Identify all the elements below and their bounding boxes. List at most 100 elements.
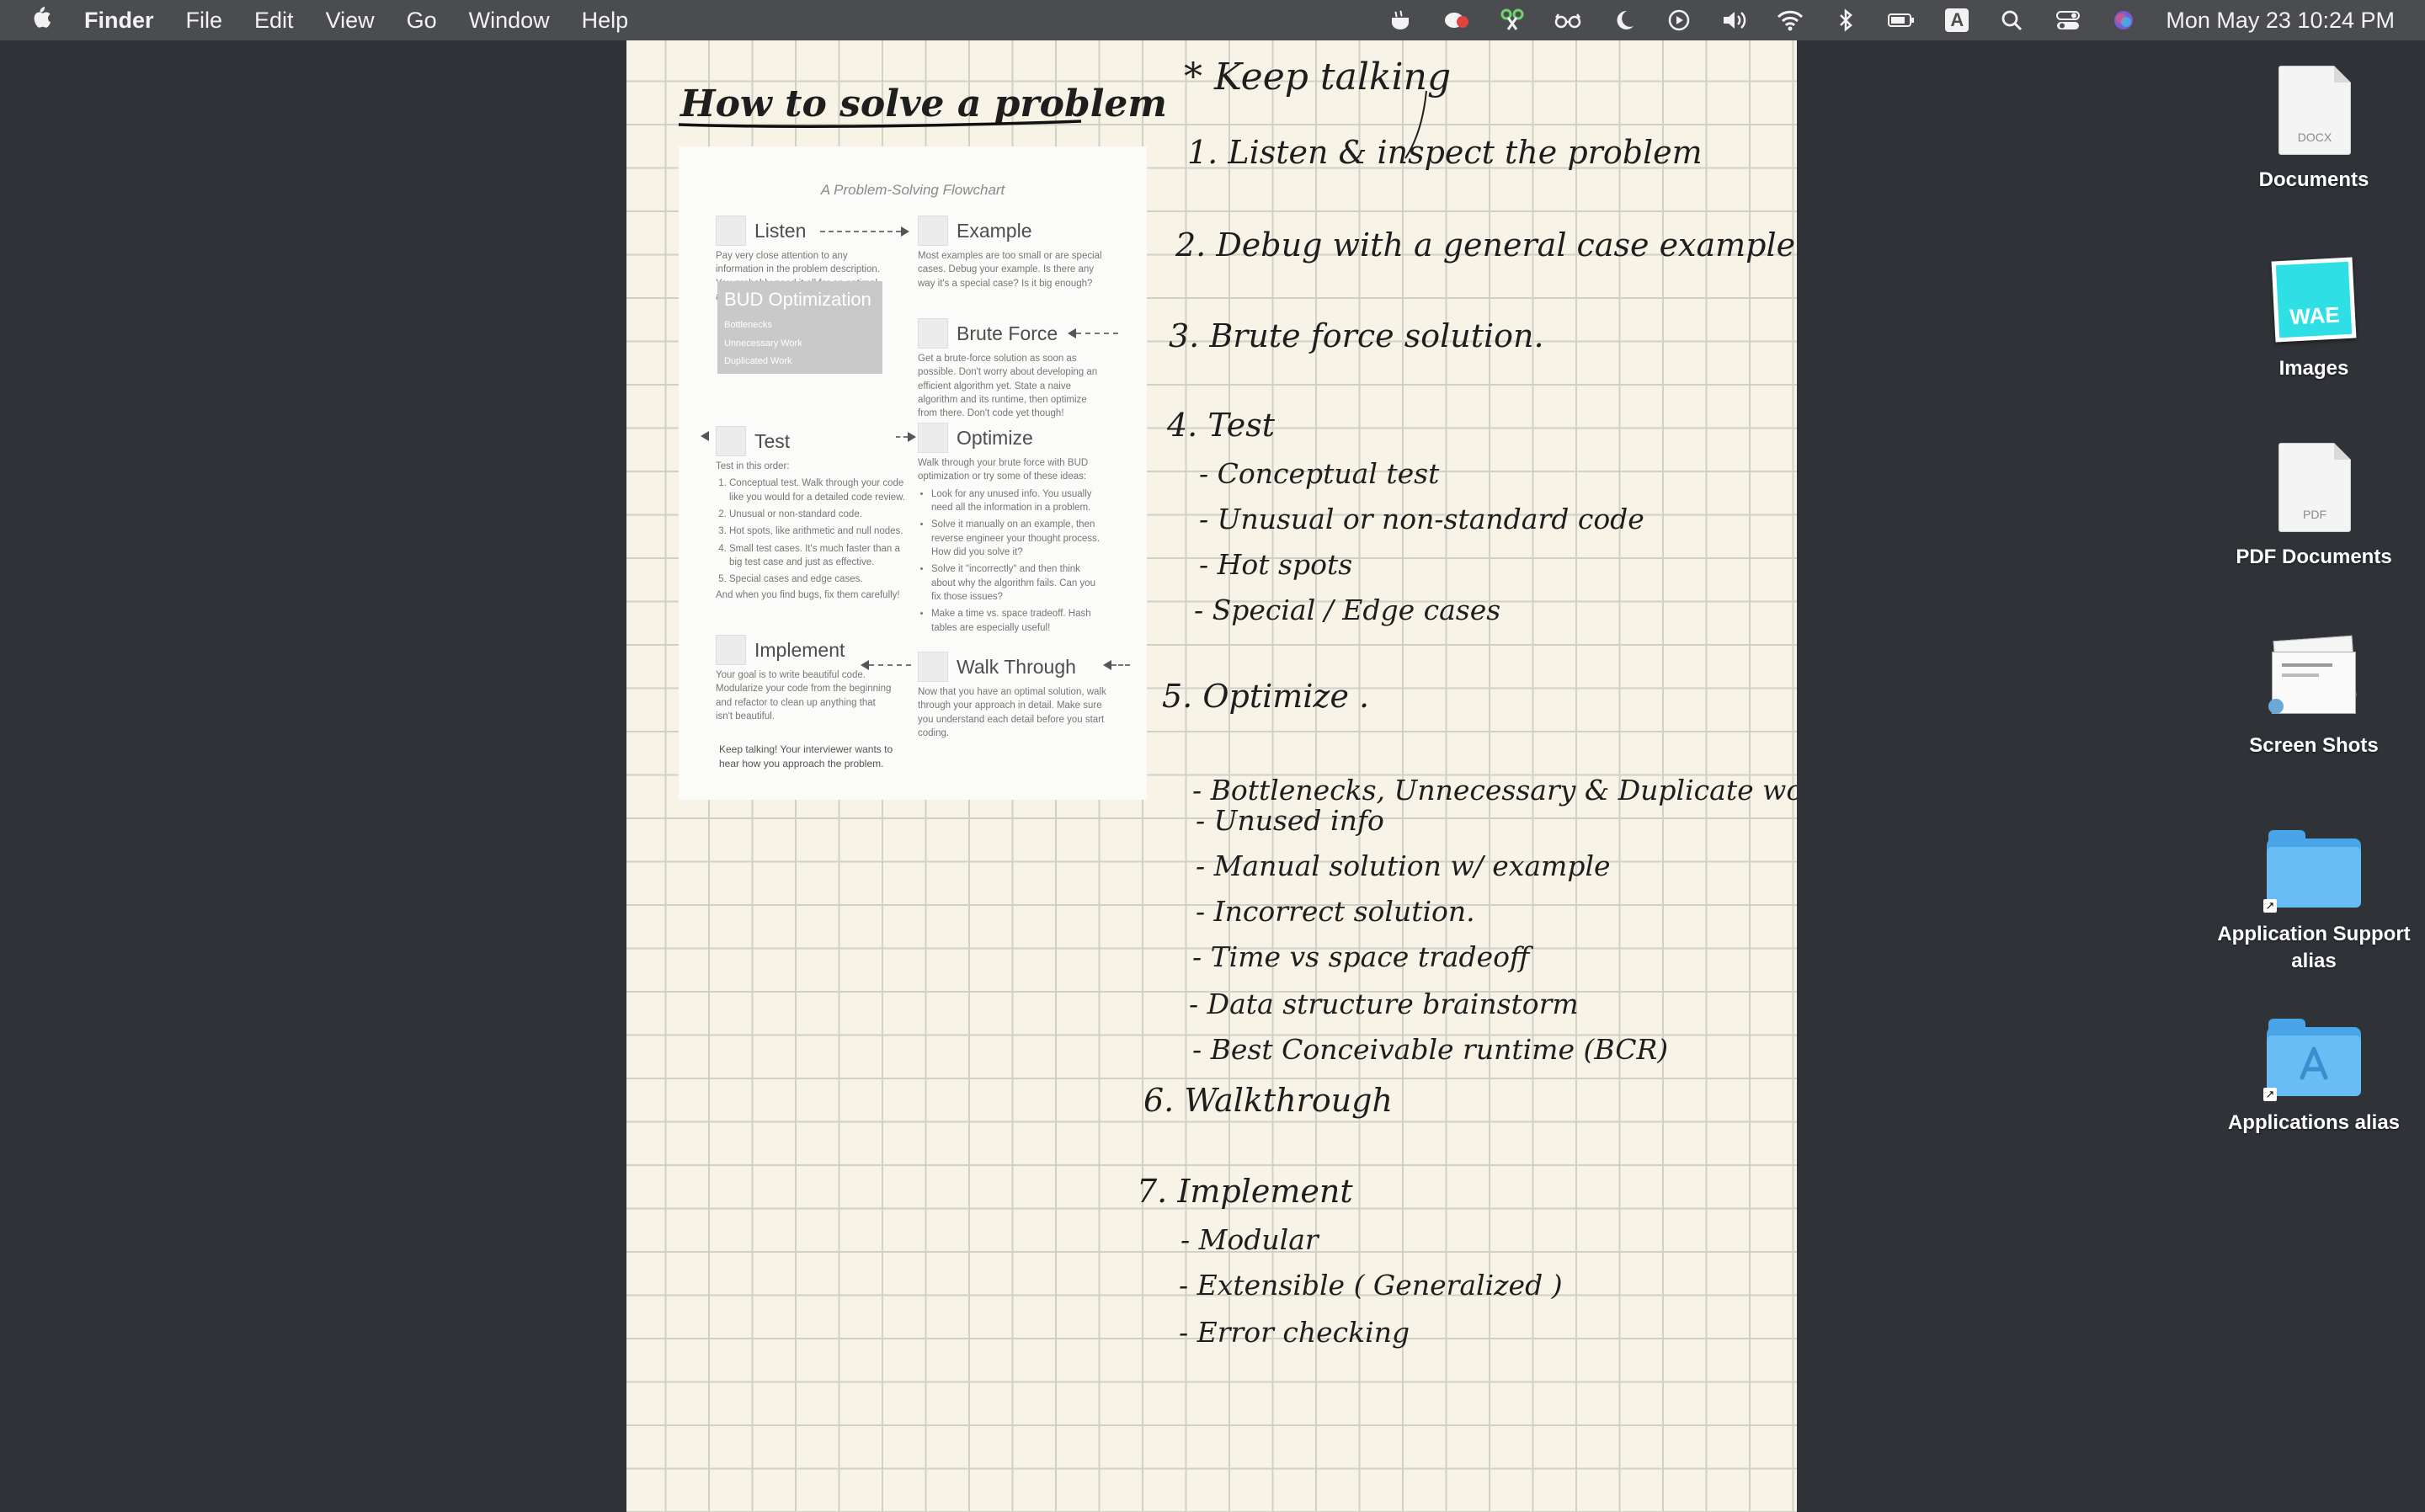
menu-file[interactable]: File [186,8,223,34]
alias-arrow-icon: ↗ [2263,899,2277,913]
test-item-1: - Conceptual test [1199,457,1440,490]
screenshot-stack-icon [2263,626,2364,727]
optimize-intro: Walk through your brute force with BUD o… [918,458,1089,482]
pdf-badge: PDF [2303,508,2326,521]
brute-force-icon [918,318,948,349]
desktop-icon-screen-shots[interactable]: Screen Shots [2213,626,2415,759]
implement-box: Implement Your goal is to write beautifu… [716,635,893,723]
record-icon[interactable] [1440,6,1474,35]
menu-bar: Finder File Edit View Go Window Help A M… [0,0,2425,40]
optimize-item-2: - Unused info [1196,804,1384,837]
siri-icon[interactable] [2107,6,2140,35]
menu-bar-clock[interactable]: Mon May 23 10:24 PM [2166,8,2395,34]
arrowhead-left-icon [1068,328,1076,338]
step-1: 1. Listen & inspect the problem [1187,134,1703,171]
test-intro: Test in this order: [716,461,790,471]
step-7: 7. Implement [1137,1173,1353,1210]
desktop-icon-documents[interactable]: DOCX Documents [2213,61,2415,194]
desktop-icon-label: PDF Documents [2236,546,2392,568]
test-title: Test [754,429,791,452]
implement-text: Your goal is to write beautiful code. Mo… [716,670,892,721]
arrow-test-optimize [896,436,908,438]
apple-menu-icon[interactable] [29,3,52,37]
docx-file-icon: DOCX [2263,61,2364,162]
bud-optimization-box: BUD Optimization Bottlenecks Unnecessary… [717,281,882,374]
flowchart-caption: A Problem-Solving Flowchart [820,182,1005,198]
control-center-icon[interactable] [2051,6,2085,35]
arrowhead-right-icon [908,432,916,442]
spotlight-icon[interactable] [1996,6,2029,35]
input-source-letter: A [1945,8,1969,32]
step-2: 2. Debug with a general case example [1175,226,1795,264]
moon-icon[interactable] [1607,6,1640,35]
bluetooth-icon[interactable] [1829,6,1863,35]
desktop-icon-images[interactable]: WAE Images [2213,249,2415,382]
arrowhead-left-icon [861,660,869,670]
cup-icon[interactable] [1384,6,1418,35]
test-item-4: - Special / Edge cases [1194,594,1500,626]
desktop-icon-label: Documents [2258,168,2369,191]
volume-icon[interactable] [1718,6,1751,35]
brute-force-title: Brute Force [957,322,1058,344]
optimize-item-5: - Time vs space tradeoff [1192,940,1534,973]
walk-through-box: Walk Through Now that you have an optima… [918,652,1111,740]
menu-help[interactable]: Help [582,8,629,34]
example-title: Example [957,219,1032,242]
battery-icon[interactable] [1884,6,1918,35]
implement-item-1: - Modular [1181,1223,1320,1256]
arrowhead-left-icon [701,431,709,441]
app-store-glyph-icon [2300,1046,2328,1080]
brute-force-text: Get a brute-force solution as soon as po… [918,354,1098,419]
bud-item-1: Bottlenecks [724,320,772,331]
glasses-icon[interactable] [1551,6,1585,35]
arrow-walk-implement [869,664,911,666]
test-list: Conceptual test. Walk through your code … [716,476,906,586]
optimize-idea: Make a time vs. space tradeoff. Hash tab… [931,607,1103,635]
optimize-item-3: - Manual solution w/ example [1196,849,1611,882]
listen-title: Listen [754,219,807,242]
problem-solving-flowchart: A Problem-Solving Flowchart Listen Pay v… [679,146,1147,800]
test-step: Hot spots, like arithmetic and null node… [729,524,906,538]
image-badge: WAE [2275,261,2353,338]
test-step: Special cases and edge cases. [729,572,906,586]
scissors-icon[interactable] [1495,6,1529,35]
walk-through-title: Walk Through [957,655,1076,678]
test-outro: And when you find bugs, fix them careful… [716,589,900,600]
test-box: Test Test in this order: Conceptual test… [716,426,906,602]
menu-window[interactable]: Window [469,8,550,34]
test-item-3: - Hot spots [1199,548,1352,581]
menu-finder[interactable]: Finder [84,8,154,34]
example-text: Most examples are too small or are speci… [918,251,1102,289]
implement-item-2: - Extensible ( Generalized ) [1179,1269,1563,1302]
walk-through-icon [918,652,948,682]
desktop-icon-label: Screen Shots [2249,734,2379,757]
applications-folder-icon: ↗ [2263,1004,2364,1105]
example-box: Example Most examples are too small or a… [918,216,1111,290]
folder-icon: ↗ [2263,815,2364,916]
arrow-into-brute-force [1076,333,1118,334]
optimize-idea: Look for any unused info. You usually ne… [931,487,1103,515]
menu-go[interactable]: Go [407,8,437,34]
menu-edit[interactable]: Edit [254,8,294,34]
desktop-icon-applications-alias[interactable]: ↗ Applications alias [2213,1004,2415,1137]
optimize-item-1: - Bottlenecks, Unnecessary & Duplicate w… [1192,774,1797,807]
implement-title: Implement [754,638,845,661]
wifi-icon[interactable] [1773,6,1807,35]
notes-title: How to solve a problem [679,83,1167,125]
pdf-file-icon: PDF [2263,438,2364,539]
play-icon[interactable] [1662,6,1696,35]
bud-item-3: Duplicated Work [724,356,792,367]
arrow-listen-example [820,231,901,232]
flowchart-footer: Keep talking! Your interviewer wants to … [719,743,893,770]
keep-talking-note: * Keep talking [1184,56,1451,98]
arrowhead-right-icon [901,226,909,237]
step-6: 6. Walkthrough [1143,1082,1393,1119]
optimize-idea: Solve it manually on an example, then re… [931,518,1103,559]
optimize-item-4: - Incorrect solution. [1196,895,1475,928]
optimize-item-6: - Data structure brainstorm [1189,988,1579,1020]
menu-view[interactable]: View [326,8,375,34]
desktop-icon-application-support-alias[interactable]: ↗ Application Support alias [2213,815,2415,975]
notes-document[interactable]: How to solve a problem * Keep talking 1.… [626,40,1797,1512]
desktop-icon-pdf-documents[interactable]: PDF PDF Documents [2213,438,2415,571]
input-source-icon[interactable]: A [1940,6,1974,35]
